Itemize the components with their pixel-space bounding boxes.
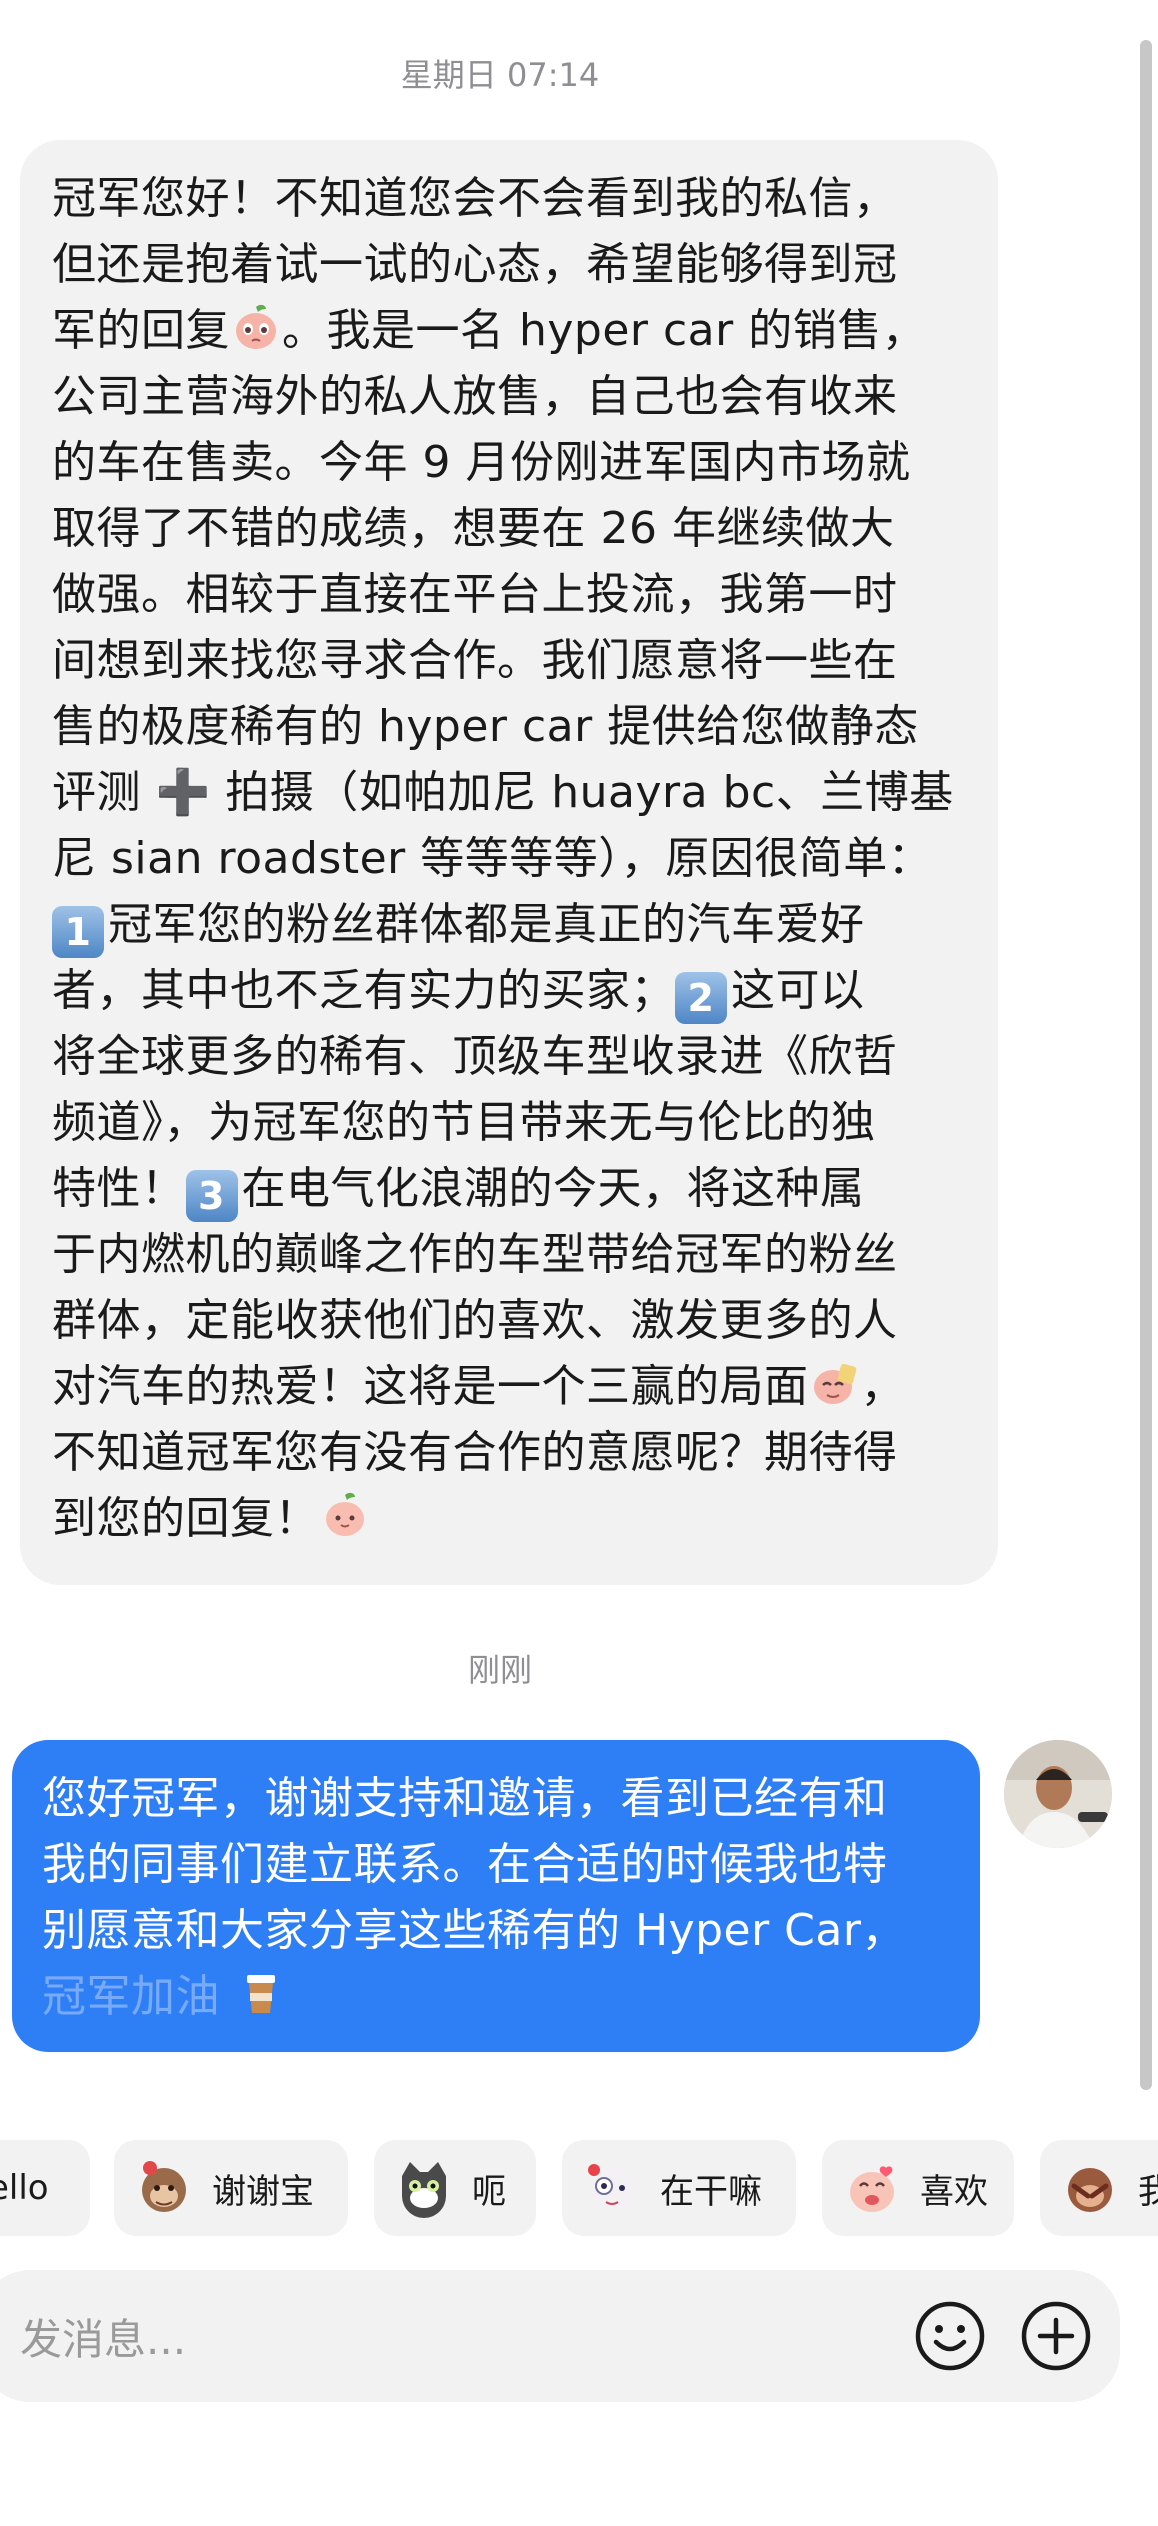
message-line: 这可以: [731, 965, 865, 1016]
monkey-thanks-sticker-icon: [142, 2161, 186, 2212]
message-line: 您好冠军，谢谢支持和邀请，看到已经有和: [42, 1773, 888, 1824]
message-line: 冠军加油: [42, 1971, 220, 2022]
message-line: 在电气化浪潮的今天，将这种属: [241, 1163, 865, 1214]
message-line: 售的极度稀有的 hyper car 提供给您做静态: [52, 701, 919, 752]
message-input[interactable]: 发消息...: [20, 2306, 186, 2367]
message-line: 公司主营海外的私人放售，自己也会有收来: [52, 371, 898, 422]
incoming-message-text: 冠军您好！不知道您会不会看到我的私信， 但还是抱着试一试的心态，希望能够得到冠 …: [52, 166, 962, 1552]
message-line: 者，其中也不乏有实力的买家；: [52, 965, 675, 1016]
message-line: 到您的回复！: [52, 1493, 319, 1544]
sticker-label: 呃: [472, 2171, 506, 2212]
message-line: 做强。相较于直接在平台上投流，我第一时: [52, 569, 898, 620]
message-line: 于内燃机的巅峰之作的车型带给冠军的粉丝: [52, 1229, 898, 1280]
outgoing-message-text: 您好冠军，谢谢支持和邀请，看到已经有和 我的同事们建立联系。在合适的时候我也特 …: [42, 1766, 948, 2030]
message-line: ，: [860, 1361, 905, 1412]
chat-scrollbar[interactable]: [1140, 40, 1152, 2090]
message-line: 别愿意和大家分享这些稀有的 Hyper Car，: [42, 1905, 906, 1956]
message-line: 我的同事们建立联系。在合适的时候我也特: [42, 1839, 888, 1890]
sticker-chip[interactable]: 呃: [374, 2140, 536, 2236]
message-line: 冠军您的粉丝群体都是真正的汽车爱好: [108, 899, 865, 950]
user-avatar[interactable]: [1004, 1740, 1112, 1848]
smiley-icon[interactable]: [912, 2298, 988, 2374]
message-line: 评测: [52, 767, 156, 818]
message-line: 对汽车的热爱！这将是一个三赢的局面: [52, 1361, 809, 1412]
peach-smile-emoji-icon: [326, 1492, 364, 1536]
sticker-label: 谢谢宝: [212, 2171, 314, 2212]
peach-love-sticker-icon: [850, 2166, 894, 2212]
message-composer: 发消息...: [0, 2270, 1120, 2402]
cat-waving-sticker-icon: [588, 2164, 634, 2212]
sticker-chip[interactable]: 我: [1040, 2140, 1158, 2236]
message-line: 频道》，为冠军您的节目带来无与伦比的独: [52, 1097, 876, 1148]
message-line: 将全球更多的稀有、顶级车型收录进《欣哲: [52, 1031, 898, 1082]
message-line: 的车在售卖。今年 9 月份刚进军国内市场就: [52, 437, 911, 488]
message-line: 特性！: [52, 1163, 186, 1214]
incoming-message-bubble[interactable]: 冠军您好！不知道您会不会看到我的私信， 但还是抱着试一试的心态，希望能够得到冠 …: [20, 140, 998, 1585]
message-line: 群体，定能收获他们的喜欢、激发更多的人: [52, 1295, 898, 1346]
message-line: 不知道冠军您有没有合作的意愿呢？期待得: [52, 1427, 898, 1478]
keycap-two-icon: 2: [675, 972, 727, 1024]
message-line: 尼 sian roadster 等等等等），原因很简单：: [52, 833, 933, 884]
sticker-chip[interactable]: 谢谢宝: [114, 2140, 348, 2236]
sticker-label: 喜欢: [920, 2171, 988, 2212]
message-timestamp: 刚刚: [467, 1651, 532, 1689]
message-line: 间想到来找您寻求合作。我们愿意将一些在: [52, 635, 898, 686]
peach-pleading-emoji-icon: [236, 304, 276, 349]
message-line: 冠军您好！不知道您会不会看到我的私信，: [52, 173, 898, 224]
sticker-chip[interactable]: ello: [0, 2140, 90, 2236]
plus-circle-icon[interactable]: [1018, 2298, 1094, 2374]
message-line: 军的回复: [52, 305, 230, 356]
monkey-shy-sticker-icon: [1068, 2168, 1112, 2212]
message-line: 但还是抱着试一试的心态，希望能够得到冠: [52, 239, 898, 290]
keycap-three-icon: 3: [185, 1170, 238, 1222]
sticker-label: 我: [1138, 2171, 1158, 2212]
sticker-chip[interactable]: 在干嘛: [562, 2140, 796, 2236]
keycap-one-icon: 1: [52, 906, 104, 958]
heavy-plus-icon: ➕: [155, 767, 211, 818]
outgoing-message-bubble[interactable]: 您好冠军，谢谢支持和邀请，看到已经有和 我的同事们建立联系。在合适的时候我也特 …: [12, 1740, 980, 2052]
message-line: 。我是一名 hyper car 的销售，: [282, 305, 927, 356]
cat-shocked-sticker-icon: [402, 2162, 446, 2218]
message-line: 拍摄（如帕加尼 huayra bc、兰博基: [210, 767, 954, 818]
message-timestamp: 星期日 07:14: [400, 56, 600, 94]
coffee-cup-icon: [246, 1975, 275, 2013]
peach-celebrate-emoji-icon: [813, 1363, 856, 1404]
sticker-chip[interactable]: 喜欢: [822, 2140, 1014, 2236]
sticker-label: ello: [0, 2168, 49, 2208]
chat-screen: 星期日 07:14 冠军您好！不知道您会不会看到我的私信， 但还是抱着试一试的心…: [0, 0, 1158, 2526]
message-line: 取得了不错的成绩，想要在 26 年继续做大: [52, 503, 895, 554]
avatar-photo: [1004, 1740, 1112, 1848]
sticker-suggestions: ello 谢谢宝 呃 在干嘛 喜欢 我: [0, 2140, 1158, 2240]
sticker-label: 在干嘛: [660, 2171, 762, 2212]
